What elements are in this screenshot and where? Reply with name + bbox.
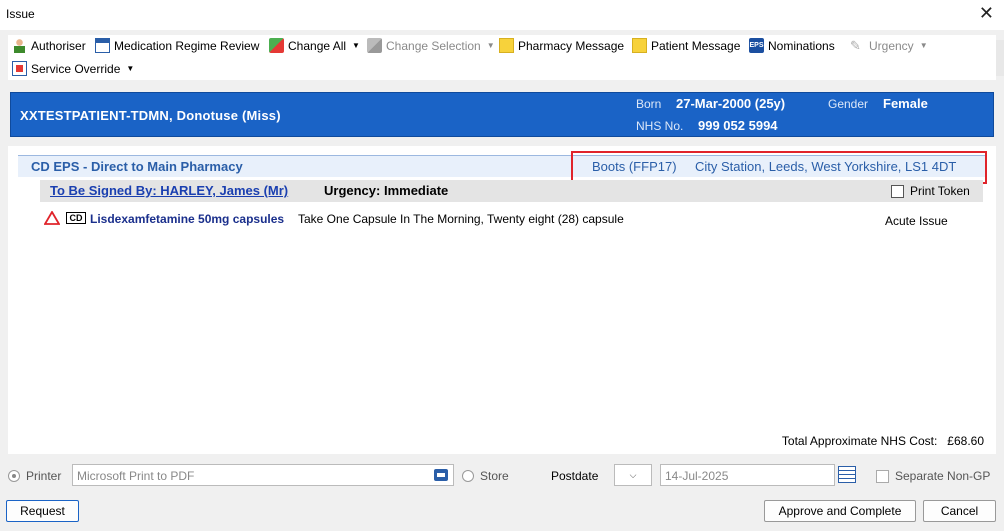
medication-dosage: Take One Capsule In The Morning, Twenty … — [298, 212, 624, 226]
born-value: 27-Mar-2000 (25y) — [676, 96, 786, 111]
print-token-option[interactable]: Print Token — [891, 184, 970, 198]
total-cost-value: £68.60 — [947, 434, 984, 448]
patient-banner: XXTESTPATIENT-TDMN, Donotuse (Miss) Born… — [10, 92, 994, 137]
store-radio[interactable] — [462, 470, 474, 482]
warning-icon — [44, 211, 60, 225]
pharmacy-address: City Station, Leeds, West Yorkshire, LS1… — [695, 159, 957, 174]
nhs-number-label: NHS No. — [636, 119, 684, 133]
service-override-button[interactable]: Service Override ▼ — [12, 61, 134, 76]
postdate-field[interactable]: 14-Jul-2025 — [660, 464, 835, 486]
issue-options: Printer Microsoft Print to PDF Store Pos… — [8, 463, 996, 487]
cancel-button[interactable]: Cancel — [923, 500, 996, 522]
store-label: Store — [480, 469, 509, 483]
printer-radio[interactable] — [8, 470, 20, 482]
printer-field[interactable]: Microsoft Print to PDF — [72, 464, 454, 486]
change-selection-button[interactable]: Change Selection ▼ — [367, 38, 495, 53]
calendar-icon — [95, 38, 110, 53]
issue-type: Acute Issue — [885, 214, 948, 228]
separate-non-gp-label: Separate Non-GP — [895, 469, 991, 483]
urgency-label: Urgency — [869, 38, 914, 53]
controlled-drug-icon: CD — [66, 212, 86, 224]
authoriser-label: Authoriser — [31, 38, 86, 53]
change-selection-label: Change Selection — [386, 38, 481, 53]
urgency-value: Urgency: Immediate — [324, 183, 449, 198]
patient-message-button[interactable]: Patient Message — [632, 38, 740, 53]
medication-regime-review-button[interactable]: Medication Regime Review — [95, 38, 259, 53]
postdate-label: Postdate — [551, 469, 599, 483]
postdate-dropdown[interactable]: ⌵ — [614, 464, 652, 486]
pharmacy-message-label: Pharmacy Message — [518, 38, 625, 53]
printer-value: Microsoft Print to PDF — [77, 469, 195, 483]
chevron-down-icon: ▼ — [919, 41, 928, 50]
urgency-button[interactable]: ✎ Urgency ▼ — [850, 38, 928, 53]
change-all-button[interactable]: Change All ▼ — [269, 38, 360, 53]
chevron-down-icon: ▼ — [486, 41, 495, 50]
window-titlebar: Issue ✕ — [0, 0, 1004, 30]
print-token-checkbox[interactable] — [891, 184, 904, 198]
eps-icon: EPS — [749, 38, 764, 53]
gender-value: Female — [883, 96, 928, 111]
eps-route: CD EPS - Direct to Main Pharmacy — [31, 159, 243, 174]
pharmacy-message-button[interactable]: Pharmacy Message — [499, 38, 624, 53]
toolbar-scrollbar[interactable] — [996, 40, 1004, 76]
window-title: Issue — [6, 7, 35, 21]
nominations-button[interactable]: EPS Nominations — [749, 38, 835, 53]
eps-route-header: CD EPS - Direct to Main Pharmacy Boots (… — [18, 155, 986, 177]
signing-row: To Be Signed By: HARLEY, James (Mr) Urge… — [40, 180, 983, 202]
medication-row[interactable]: CD Lisdexamfetamine 50mg capsules Take O… — [44, 210, 974, 230]
nhs-number-value: 999 052 5994 — [698, 118, 778, 133]
total-cost: Total Approximate NHS Cost: £68.60 — [782, 434, 984, 448]
separate-non-gp-option[interactable]: Separate Non-GP — [876, 469, 990, 483]
pharmacy-name[interactable]: Boots (FFP17) — [592, 159, 677, 174]
authoriser-button[interactable]: Authoriser — [12, 38, 86, 53]
override-icon — [12, 61, 27, 76]
print-token-label: Print Token — [910, 184, 970, 198]
patient-name: XXTESTPATIENT-TDMN, Donotuse (Miss) — [20, 108, 281, 123]
change-icon — [269, 38, 284, 53]
patient-message-label: Patient Message — [651, 38, 741, 53]
feather-icon: ✎ — [850, 38, 861, 53]
toolbar: Authoriser Medication Regime Review Chan… — [8, 35, 996, 80]
change-icon — [367, 38, 382, 53]
nominations-label: Nominations — [768, 38, 835, 53]
approve-and-complete-button[interactable]: Approve and Complete — [764, 500, 916, 522]
person-icon — [12, 38, 27, 53]
store-option[interactable]: Store — [462, 469, 509, 483]
medication-name[interactable]: Lisdexamfetamine 50mg capsules — [90, 212, 284, 226]
born-label: Born — [636, 97, 662, 111]
close-icon[interactable]: ✕ — [979, 3, 994, 24]
total-cost-label: Total Approximate NHS Cost: — [781, 434, 938, 448]
request-button[interactable]: Request — [6, 500, 79, 522]
separate-non-gp-checkbox[interactable] — [876, 469, 889, 483]
chevron-down-icon: ▼ — [126, 64, 135, 73]
printer-label: Printer — [26, 469, 62, 483]
medication-regime-review-label: Medication Regime Review — [114, 38, 260, 53]
chevron-down-icon: ▼ — [352, 41, 360, 50]
printer-option[interactable]: Printer — [8, 469, 61, 483]
note-icon — [499, 38, 514, 53]
service-override-label: Service Override — [31, 61, 121, 76]
gender-label: Gender — [828, 97, 869, 111]
note-icon — [632, 38, 647, 53]
postdate-value: 14-Jul-2025 — [665, 469, 729, 483]
signed-by-link[interactable]: To Be Signed By: HARLEY, James (Mr) — [50, 183, 288, 198]
calendar-icon[interactable] — [838, 466, 856, 483]
printer-icon[interactable] — [434, 469, 448, 481]
change-all-label: Change All — [288, 38, 347, 53]
